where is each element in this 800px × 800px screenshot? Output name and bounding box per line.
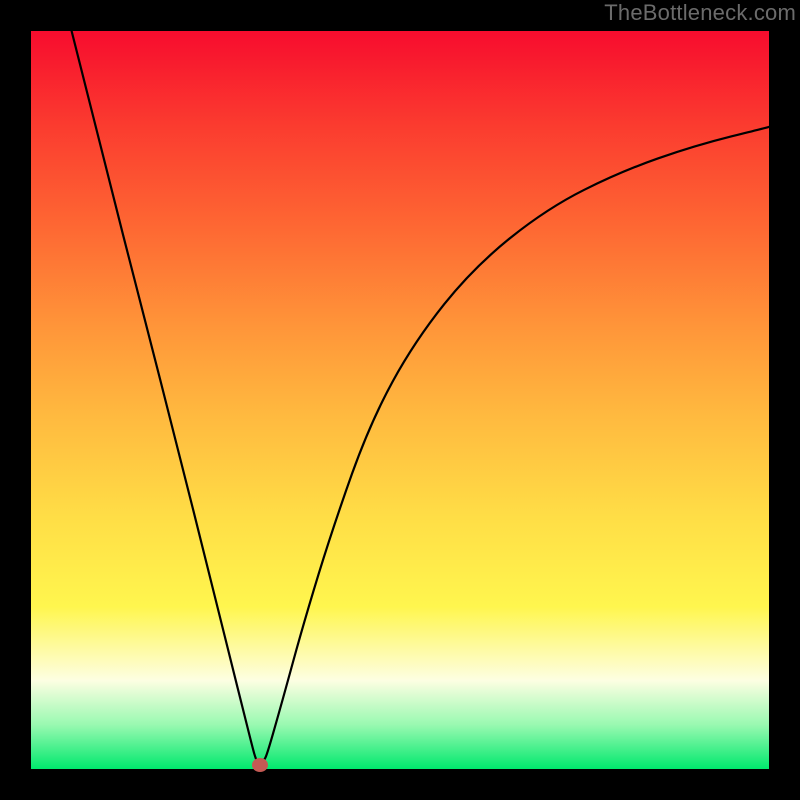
bottleneck-curve-line bbox=[31, 31, 769, 769]
minimum-point-marker bbox=[252, 758, 268, 772]
watermark-text: TheBottleneck.com bbox=[604, 0, 796, 26]
chart-plot-area bbox=[31, 31, 769, 769]
